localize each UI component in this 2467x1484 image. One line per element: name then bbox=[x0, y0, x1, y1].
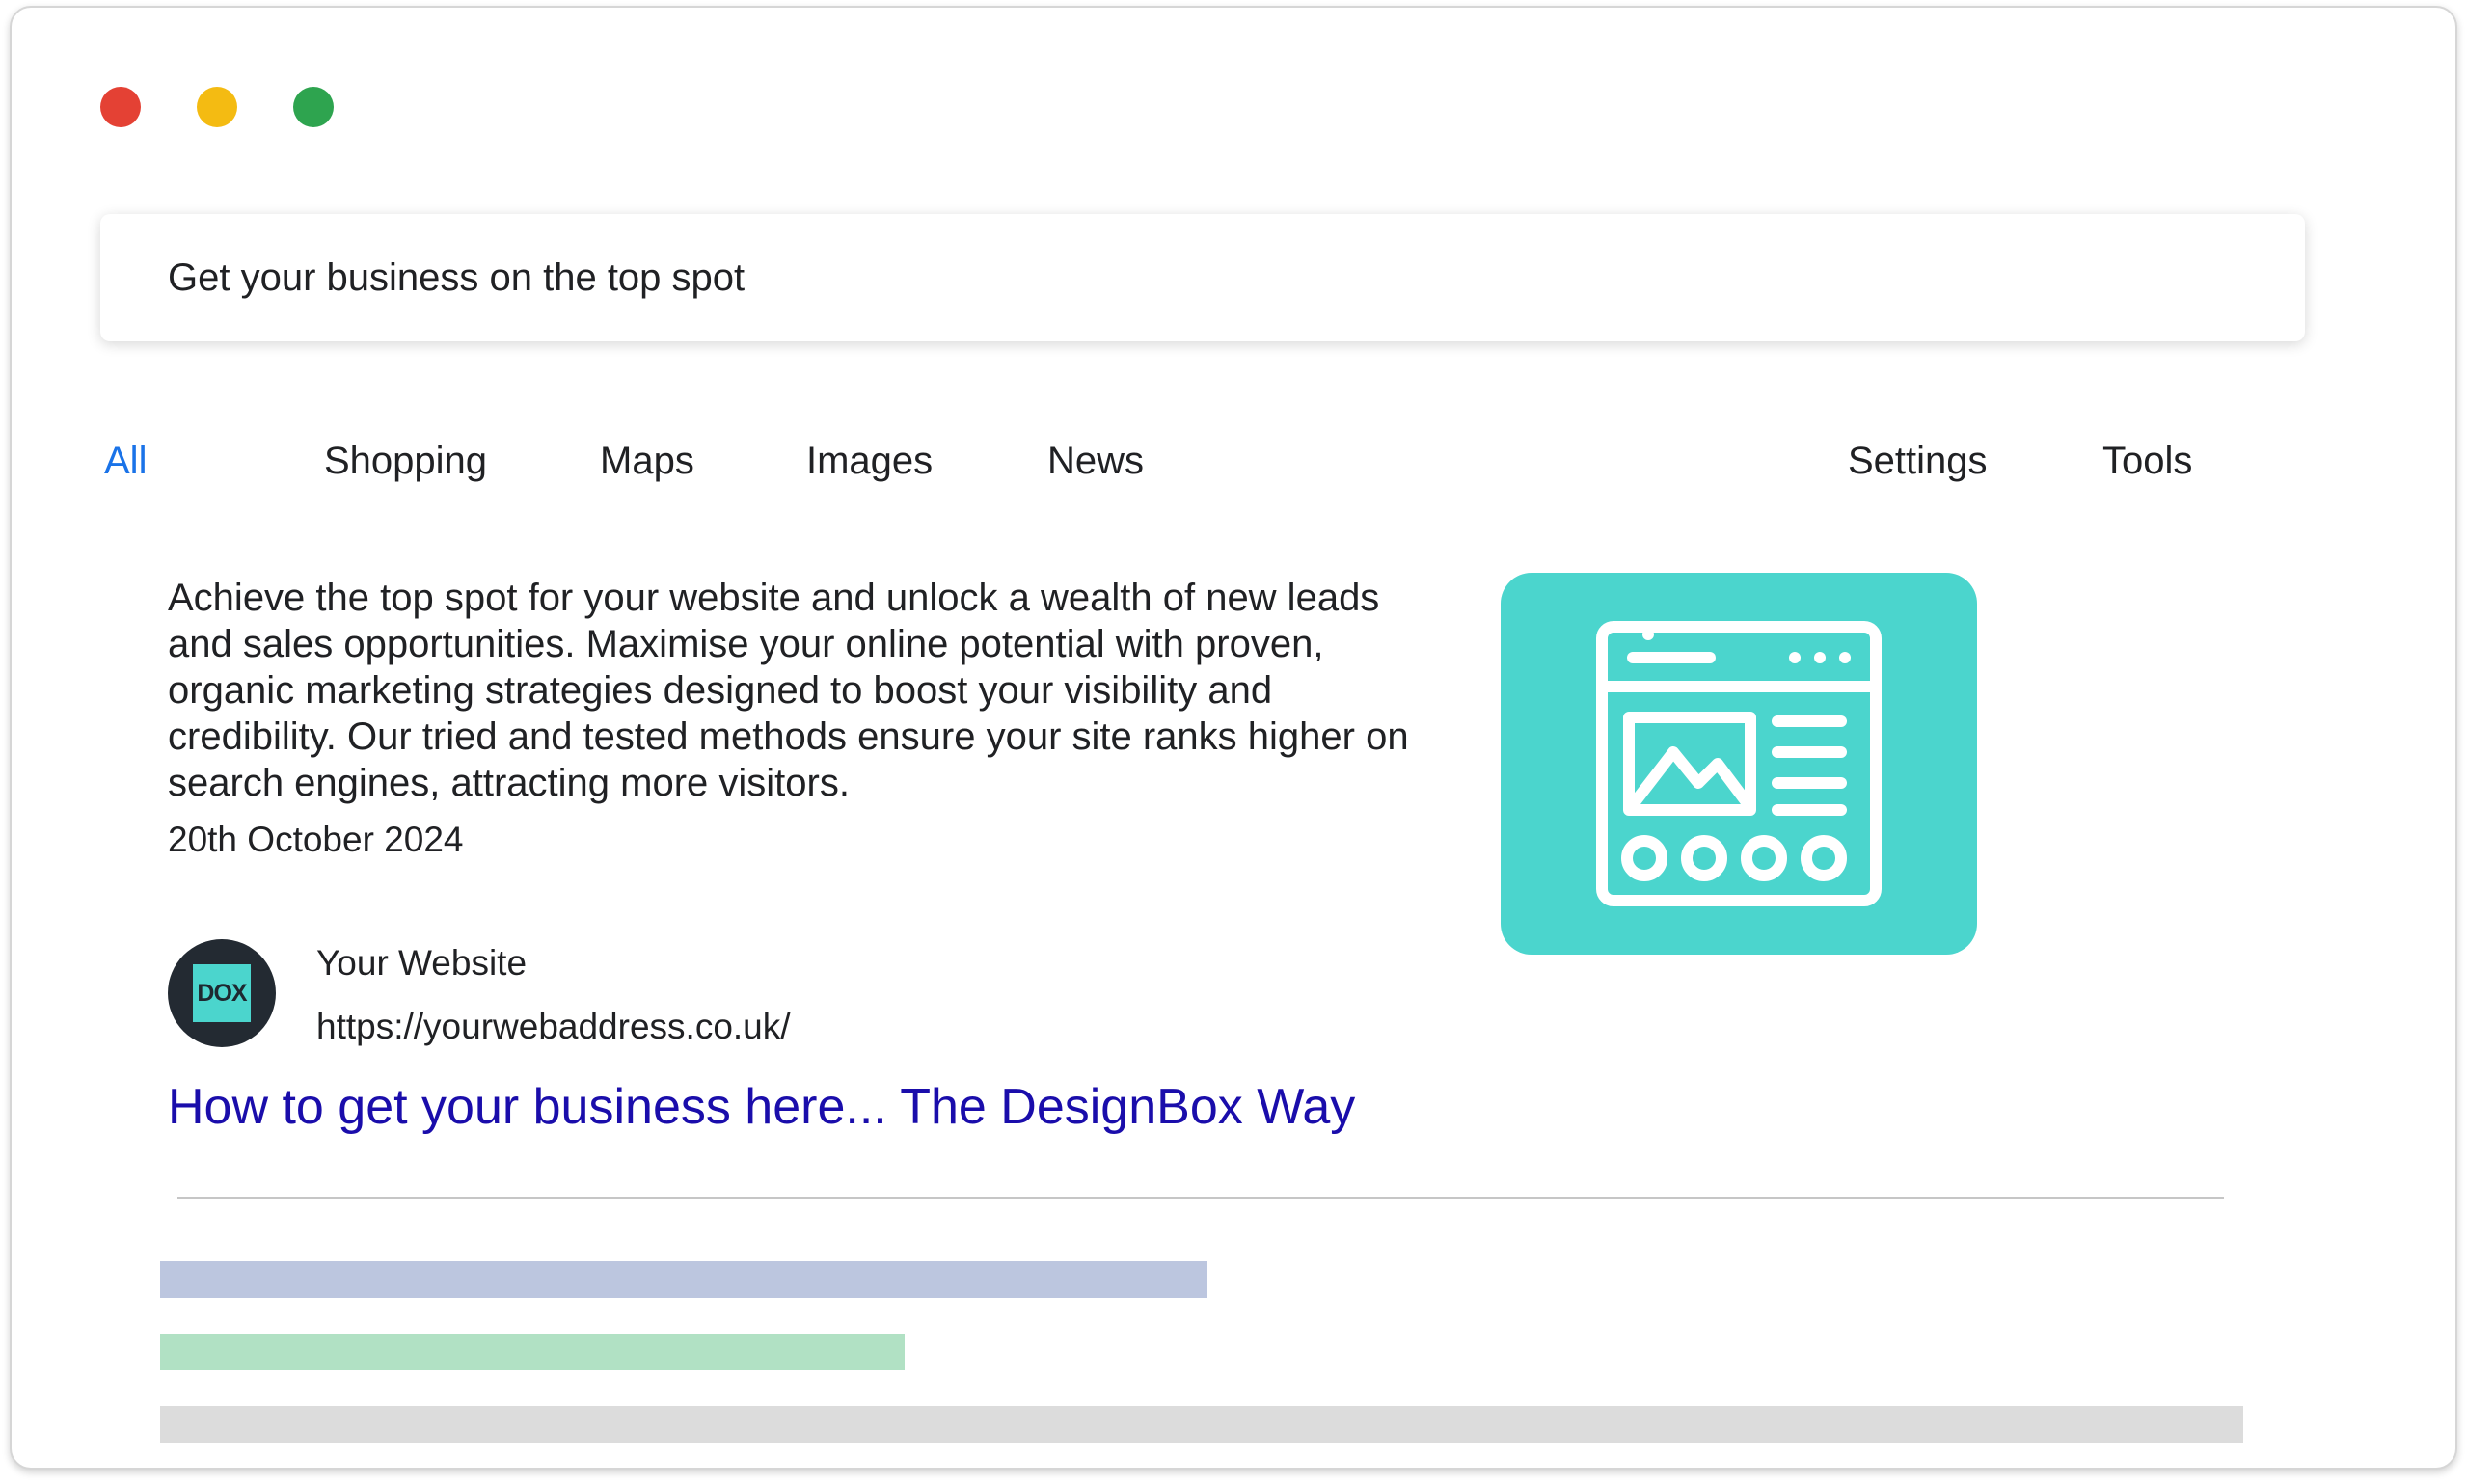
search-tabs: All Shopping Maps Images News Settings T… bbox=[12, 440, 2459, 498]
site-name: Your Website bbox=[316, 943, 528, 983]
tab-tools[interactable]: Tools bbox=[2102, 440, 2192, 483]
minimize-window-button[interactable] bbox=[197, 87, 237, 127]
tab-settings[interactable]: Settings bbox=[1848, 440, 1988, 483]
result-description: Achieve the top spot for your website an… bbox=[168, 577, 1409, 804]
webpage-layout-icon bbox=[1596, 621, 1882, 906]
tab-maps[interactable]: Maps bbox=[600, 440, 694, 483]
tab-news[interactable]: News bbox=[1047, 440, 1144, 483]
close-window-button[interactable] bbox=[100, 87, 141, 127]
site-url[interactable]: https://yourwebaddress.co.uk/ bbox=[316, 1007, 791, 1047]
search-bar[interactable] bbox=[100, 214, 2305, 341]
search-input[interactable] bbox=[168, 256, 2193, 300]
maximize-window-button[interactable] bbox=[293, 87, 334, 127]
tab-shopping[interactable]: Shopping bbox=[324, 440, 487, 483]
tab-all[interactable]: All bbox=[104, 440, 147, 483]
tab-images[interactable]: Images bbox=[806, 440, 933, 483]
divider bbox=[177, 1197, 2224, 1199]
site-logo-text: DOX bbox=[197, 979, 247, 1007]
result-thumbnail[interactable] bbox=[1501, 573, 1977, 955]
result-date: 20th October 2024 bbox=[168, 820, 464, 859]
site-logo: DOX bbox=[193, 964, 251, 1022]
site-avatar: DOX bbox=[168, 939, 276, 1047]
placeholder-bar bbox=[160, 1261, 1207, 1298]
result-title-link[interactable]: How to get your business here... The Des… bbox=[168, 1078, 1355, 1136]
browser-window: All Shopping Maps Images News Settings T… bbox=[10, 6, 2457, 1470]
placeholder-bar bbox=[160, 1406, 2243, 1443]
placeholder-bar bbox=[160, 1334, 905, 1370]
